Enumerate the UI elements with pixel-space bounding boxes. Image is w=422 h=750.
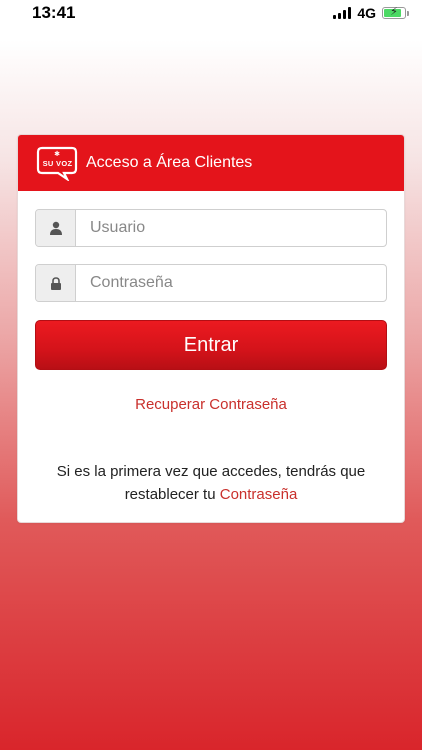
password-field	[35, 264, 387, 302]
lock-icon	[36, 265, 76, 301]
logo-text: SU VOZ	[42, 159, 73, 168]
login-header: ✱ SU VOZ Acceso a Área Clientes	[18, 135, 404, 191]
battery-icon: ⚡	[382, 6, 409, 19]
info-text: Si es la primera vez que accedes, tendrá…	[56, 463, 366, 503]
status-time: 13:41	[32, 3, 76, 22]
first-time-info: Si es la primera vez que accedes, tendrá…	[38, 460, 384, 506]
svg-text:✱: ✱	[54, 150, 60, 158]
status-indicators: 4G ⚡	[333, 5, 409, 21]
recover-password-link[interactable]: Recuperar Contraseña	[18, 396, 404, 413]
status-bar: 13:41 4G ⚡	[0, 0, 422, 36]
charging-bolt-icon: ⚡	[390, 6, 398, 18]
network-type: 4G	[357, 5, 376, 21]
login-title: Acceso a Área Clientes	[86, 154, 253, 171]
suvoz-logo: ✱ SU VOZ	[36, 145, 78, 183]
user-icon	[36, 210, 76, 246]
username-field	[35, 209, 387, 247]
login-panel: ✱ SU VOZ Acceso a Área Clientes Entrar R…	[17, 134, 405, 523]
password-input[interactable]	[76, 265, 386, 301]
submit-button[interactable]: Entrar	[35, 320, 387, 370]
reset-password-link[interactable]: Contraseña	[220, 486, 298, 503]
username-input[interactable]	[76, 210, 386, 246]
signal-icon	[333, 7, 352, 19]
